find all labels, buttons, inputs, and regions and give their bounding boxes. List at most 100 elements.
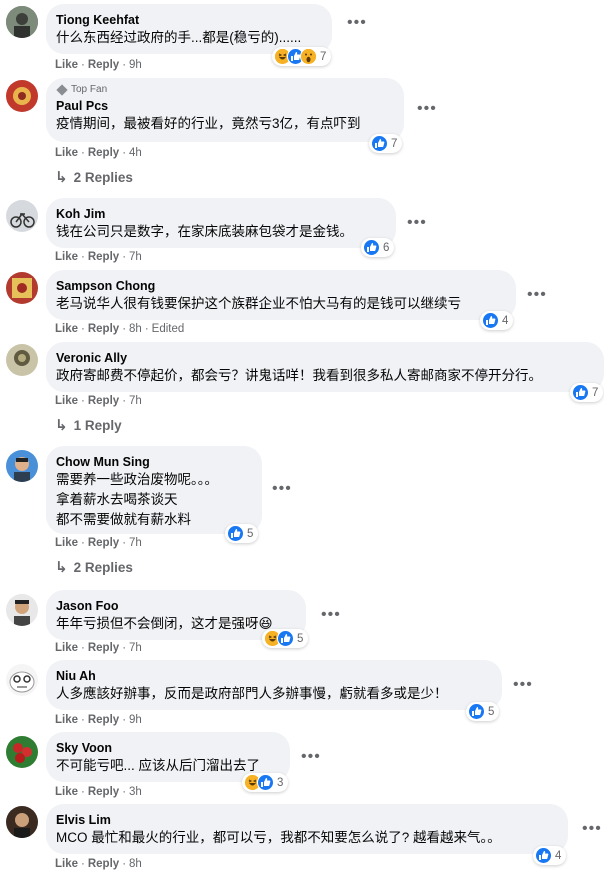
timestamp[interactable]: 9h — [129, 714, 142, 726]
reaction-summary[interactable]: 3 — [242, 773, 289, 792]
comment-actions: Like · Reply · 7h — [55, 251, 142, 263]
avatar[interactable] — [6, 736, 38, 768]
commenter-name[interactable]: Sampson Chong — [56, 278, 504, 294]
reaction-summary[interactable]: 5 — [466, 702, 500, 721]
like-button[interactable]: Like — [55, 537, 78, 549]
timestamp[interactable]: 7h — [129, 642, 142, 654]
like-button[interactable]: Like — [55, 395, 78, 407]
timestamp[interactable]: 3h — [129, 786, 142, 798]
like-button[interactable]: Like — [55, 786, 78, 798]
reaction-summary[interactable]: 7 — [272, 47, 332, 66]
timestamp[interactable]: 8h — [129, 858, 142, 870]
reaction-count: 7 — [320, 50, 327, 63]
more-options-icon[interactable]: ••• — [417, 101, 437, 117]
edited-label[interactable]: Edited — [152, 323, 185, 335]
top-fan-badge: Top Fan — [56, 84, 392, 96]
avatar[interactable] — [6, 80, 38, 112]
like-button[interactable]: Like — [55, 323, 78, 335]
reaction-count: 4 — [555, 849, 562, 862]
comment-text: 人多應該好辦事，反而是政府部門人多辦事慢，虧就看多或是少！ — [56, 686, 448, 701]
avatar[interactable] — [6, 664, 38, 696]
reply-button[interactable]: Reply — [88, 786, 119, 798]
view-replies-link[interactable]: ↳ 2 Replies — [55, 558, 133, 576]
avatar[interactable] — [6, 450, 38, 482]
commenter-name[interactable]: Sky Voon — [56, 740, 278, 756]
avatar[interactable] — [6, 594, 38, 626]
like-reaction-icon — [535, 847, 552, 864]
avatar[interactable] — [6, 806, 38, 838]
like-reaction-icon — [363, 239, 380, 256]
more-options-icon[interactable]: ••• — [513, 677, 533, 693]
timestamp[interactable]: 7h — [129, 251, 142, 263]
like-button[interactable]: Like — [55, 251, 78, 263]
comment-text: 钱在公司只是数字，在家床底装麻包袋才是金钱。 — [56, 224, 353, 239]
more-options-icon[interactable]: ••• — [407, 215, 427, 231]
reply-button[interactable]: Reply — [88, 714, 119, 726]
comment-text: 什么东西经过政府的手...都是(稳亏的)...... — [56, 30, 302, 45]
comment-actions: Like · Reply · 7h — [55, 537, 142, 549]
like-button[interactable]: Like — [55, 147, 78, 159]
comment-bubble: Veronic Ally 政府寄邮费不停起价，都会亏？讲鬼话咩！我看到很多私人寄… — [46, 342, 604, 392]
comment-bubble: Elvis Lim MCO 最忙和最火的行业，都可以亏，我都不知要怎么说了? 越… — [46, 804, 568, 854]
comment-text: 老马说华人很有钱要保护这个族群企业不怕大马有的是钱可以继续亏 — [56, 296, 461, 311]
avatar[interactable] — [6, 272, 38, 304]
comment-actions: Like · Reply · 4h — [55, 147, 142, 159]
avatar[interactable] — [6, 344, 38, 376]
comment-actions: Like · Reply · 7h — [55, 395, 142, 407]
commenter-name[interactable]: Tiong Keehfat — [56, 12, 320, 28]
like-button[interactable]: Like — [55, 59, 78, 71]
reaction-count: 6 — [383, 241, 390, 254]
avatar[interactable] — [6, 6, 38, 38]
reply-button[interactable]: Reply — [88, 251, 119, 263]
comment-bubble: Top Fan Paul Pcs 疫情期间，最被看好的行业，竟然亏3亿，有点吓到 — [46, 78, 404, 142]
commenter-name[interactable]: Paul Pcs — [56, 98, 392, 114]
reaction-summary[interactable]: 5 — [262, 629, 309, 648]
reaction-count: 4 — [502, 314, 509, 327]
reply-button[interactable]: Reply — [88, 147, 119, 159]
comment-actions: Like · Reply · 8h — [55, 858, 142, 870]
reaction-summary[interactable]: 7 — [570, 383, 604, 402]
reaction-summary[interactable]: 6 — [361, 238, 395, 257]
timestamp[interactable]: 7h — [129, 395, 142, 407]
view-replies-link[interactable]: ↳ 2 Replies — [55, 168, 133, 186]
commenter-name[interactable]: Elvis Lim — [56, 812, 556, 828]
timestamp[interactable]: 8h — [129, 323, 142, 335]
more-options-icon[interactable]: ••• — [272, 481, 292, 497]
comment-actions: Like · Reply · 9h — [55, 59, 142, 71]
reply-button[interactable]: Reply — [88, 395, 119, 407]
like-reaction-icon — [277, 630, 294, 647]
comment-actions: Like · Reply · 7h — [55, 642, 142, 654]
more-options-icon[interactable]: ••• — [321, 607, 341, 623]
commenter-name[interactable]: Veronic Ally — [56, 350, 592, 366]
more-options-icon[interactable]: ••• — [347, 15, 367, 31]
more-options-icon[interactable]: ••• — [301, 749, 321, 765]
commenter-name[interactable]: Chow Mun Sing — [56, 454, 250, 470]
like-button[interactable]: Like — [55, 858, 78, 870]
comment-text: 年年亏损但不会倒闭，这才是强呀😆 — [56, 616, 273, 631]
timestamp[interactable]: 4h — [129, 147, 142, 159]
reply-button[interactable]: Reply — [88, 537, 119, 549]
commenter-name[interactable]: Jason Foo — [56, 598, 294, 614]
more-options-icon[interactable]: ••• — [582, 821, 602, 837]
reaction-summary[interactable]: 4 — [533, 846, 567, 865]
view-replies-link[interactable]: ↳ 1 Reply — [55, 416, 122, 434]
reply-button[interactable]: Reply — [88, 323, 119, 335]
avatar[interactable] — [6, 200, 38, 232]
more-options-icon[interactable]: ••• — [527, 287, 547, 303]
like-button[interactable]: Like — [55, 714, 78, 726]
timestamp[interactable]: 9h — [129, 59, 142, 71]
comment-text: 需要养一些政治废物呢。。。 — [56, 472, 218, 487]
commenter-name[interactable]: Koh Jim — [56, 206, 384, 222]
comment-text: 拿着薪水去喝茶谈天 — [56, 492, 178, 507]
reaction-summary[interactable]: 5 — [225, 524, 259, 543]
commenter-name[interactable]: Niu Ah — [56, 668, 490, 684]
like-button[interactable]: Like — [55, 642, 78, 654]
reply-button[interactable]: Reply — [88, 858, 119, 870]
reply-button[interactable]: Reply — [88, 642, 119, 654]
reaction-summary[interactable]: 7 — [369, 134, 403, 153]
reaction-count: 5 — [488, 705, 495, 718]
reaction-count: 5 — [297, 632, 304, 645]
reaction-summary[interactable]: 4 — [480, 311, 514, 330]
reply-button[interactable]: Reply — [88, 59, 119, 71]
timestamp[interactable]: 7h — [129, 537, 142, 549]
